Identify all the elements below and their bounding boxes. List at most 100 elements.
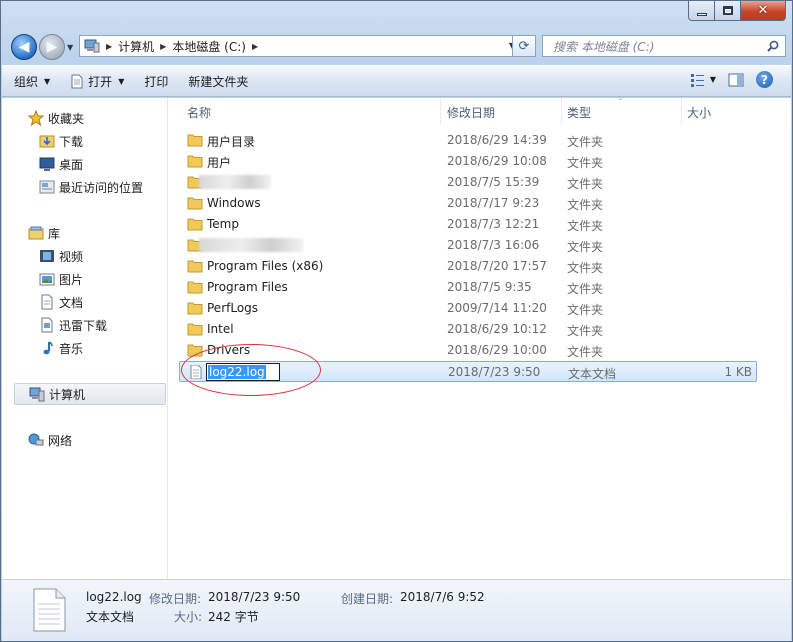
view-dropdown-icon[interactable]: ▼	[710, 75, 716, 84]
address-row: ◀ ▶ ▼ ▶ 计算机 ▶ 本地磁盘 (C:) ▶ ▼ ⟳ 搜索 本地磁盘 (C…	[9, 31, 786, 61]
column-divider[interactable]	[440, 98, 441, 124]
folder-icon	[187, 134, 203, 147]
file-type: 文件夹	[567, 156, 604, 170]
file-row[interactable]: Intel 2018/6/29 10:12 文件夹	[169, 319, 791, 340]
file-type: 文件夹	[567, 345, 604, 359]
column-header-size[interactable]: 大小	[687, 104, 711, 121]
back-arrow-icon: ◀	[18, 39, 30, 55]
search-icon[interactable]	[767, 40, 779, 52]
nav-label: 收藏夹	[48, 111, 85, 126]
refresh-button[interactable]: ⟳	[512, 35, 536, 57]
file-row[interactable]: Windows 2018/7/17 9:23 文件夹	[169, 193, 791, 214]
details-size-value: 242 字节	[208, 610, 259, 624]
back-button[interactable]: ◀	[11, 34, 37, 60]
nav-documents[interactable]: 文档	[39, 292, 83, 312]
file-type: 文件夹	[567, 324, 604, 338]
redacted-name	[199, 238, 303, 252]
nav-downloads[interactable]: 下载	[39, 131, 83, 151]
open-button[interactable]: 打开 ▼	[62, 69, 132, 93]
file-list: 名称 修改日期 类型 ⌃ 大小 用户目录 2018/6/29 14:39 文件夹…	[169, 97, 791, 579]
column-headers: 名称 修改日期 类型 ⌃ 大小	[169, 97, 791, 124]
file-row[interactable]: Program Files 2018/7/5 9:35 文件夹	[169, 277, 791, 298]
chevron-down-icon: ▼	[44, 76, 51, 86]
recent-places-icon	[39, 180, 55, 194]
file-row[interactable]: 用户 2018/6/29 10:08 文件夹	[169, 151, 791, 172]
file-date: 2018/7/23 9:50	[448, 365, 541, 379]
file-date: 2018/6/29 10:12	[447, 322, 547, 336]
column-header-type[interactable]: 类型	[567, 104, 591, 121]
file-name: Temp	[207, 217, 239, 231]
nav-music[interactable]: 音乐	[39, 338, 83, 358]
new-folder-label: 新建文件夹	[188, 74, 249, 89]
nav-computer[interactable]: 计算机	[14, 383, 166, 405]
file-name: Intel	[207, 322, 234, 336]
file-date: 2018/6/29 10:08	[447, 154, 547, 168]
nav-label: 迅雷下载	[59, 318, 108, 333]
file-row[interactable]: Program Files (x86) 2018/7/20 17:57 文件夹	[169, 256, 791, 277]
close-button[interactable]: ✕	[741, 1, 786, 21]
column-header-date[interactable]: 修改日期	[447, 104, 495, 121]
star-icon	[28, 110, 44, 126]
file-name: Program Files	[207, 280, 288, 294]
nav-label: 音乐	[59, 341, 84, 356]
toolbar-right: ▼ ?	[690, 71, 773, 88]
file-name: PerfLogs	[207, 301, 259, 315]
address-bar[interactable]: ▶ 计算机 ▶ 本地磁盘 (C:) ▶ ▼	[79, 35, 520, 57]
computer-icon	[84, 39, 100, 53]
minimize-button[interactable]	[688, 1, 715, 21]
file-row[interactable]: Temp 2018/7/3 12:21 文件夹	[169, 214, 791, 235]
file-row[interactable]: 用户目录 2018/6/29 14:39 文件夹	[169, 130, 791, 151]
nav-label: 最近访问的位置	[59, 180, 144, 195]
file-row[interactable]: 2018/7/5 15:39 文件夹	[169, 172, 791, 193]
file-type: 文件夹	[567, 198, 604, 212]
nav-pictures[interactable]: 图片	[39, 269, 83, 289]
nav-xunlei-downloads[interactable]: 迅雷下载	[39, 315, 107, 335]
column-header-name[interactable]: 名称	[187, 104, 211, 121]
details-created-label: 创建日期:	[341, 592, 394, 606]
forward-arrow-icon: ▶	[46, 39, 58, 55]
breadcrumb-separator-icon[interactable]: ▶	[252, 42, 258, 51]
folder-icon	[187, 281, 203, 294]
details-size-label: 大小:	[174, 610, 203, 624]
nav-network[interactable]: 网络	[28, 430, 72, 450]
nav-libraries[interactable]: 库	[28, 223, 60, 243]
view-options-icon[interactable]	[690, 73, 706, 87]
command-bar: 组织 ▼ 打开 ▼ 打印 新建文件夹 ▼ ?	[2, 65, 791, 97]
column-divider[interactable]	[681, 98, 682, 124]
close-icon: ✕	[757, 3, 769, 18]
print-label: 打印	[144, 74, 169, 89]
column-divider[interactable]	[561, 98, 562, 124]
recent-pages-dropdown[interactable]: ▼	[67, 43, 73, 52]
sort-indicator-icon: ⌃	[617, 97, 624, 106]
search-input[interactable]: 搜索 本地磁盘 (C:)	[542, 35, 786, 57]
breadcrumb-drive-c[interactable]: 本地磁盘 (C:)	[172, 38, 246, 55]
download-folder-icon	[39, 135, 55, 148]
print-button[interactable]: 打印	[136, 69, 176, 93]
maximize-button[interactable]	[715, 1, 741, 21]
breadcrumb-separator-icon[interactable]: ▶	[106, 42, 112, 51]
breadcrumb-computer[interactable]: 计算机	[118, 38, 154, 55]
nav-favorites[interactable]: 收藏夹	[28, 108, 84, 128]
help-icon[interactable]: ?	[756, 71, 773, 88]
file-date: 2018/6/29 10:00	[447, 343, 547, 357]
file-type: 文本文档	[568, 367, 617, 381]
new-folder-button[interactable]: 新建文件夹	[180, 69, 256, 93]
breadcrumb-separator-icon[interactable]: ▶	[160, 42, 166, 51]
forward-button[interactable]: ▶	[39, 34, 65, 60]
file-row[interactable]: 2018/7/3 16:06 文件夹	[169, 235, 791, 256]
minimize-icon	[696, 12, 707, 16]
file-type: 文件夹	[567, 177, 604, 191]
file-date: 2018/7/3 16:06	[447, 238, 540, 252]
nav-recent-places[interactable]: 最近访问的位置	[39, 177, 143, 197]
nav-label: 视频	[59, 249, 84, 264]
file-row[interactable]: PerfLogs 2009/7/14 11:20 文件夹	[169, 298, 791, 319]
folder-icon	[187, 197, 203, 210]
organize-button[interactable]: 组织 ▼	[6, 69, 58, 93]
file-name: Windows	[207, 196, 261, 210]
nav-desktop[interactable]: 桌面	[39, 154, 83, 174]
search-placeholder: 搜索 本地磁盘 (C:)	[553, 39, 655, 54]
nav-videos[interactable]: 视频	[39, 246, 83, 266]
preview-pane-icon[interactable]	[728, 73, 744, 87]
file-type: 文件夹	[567, 303, 604, 317]
file-date: 2018/7/20 17:57	[447, 259, 547, 273]
